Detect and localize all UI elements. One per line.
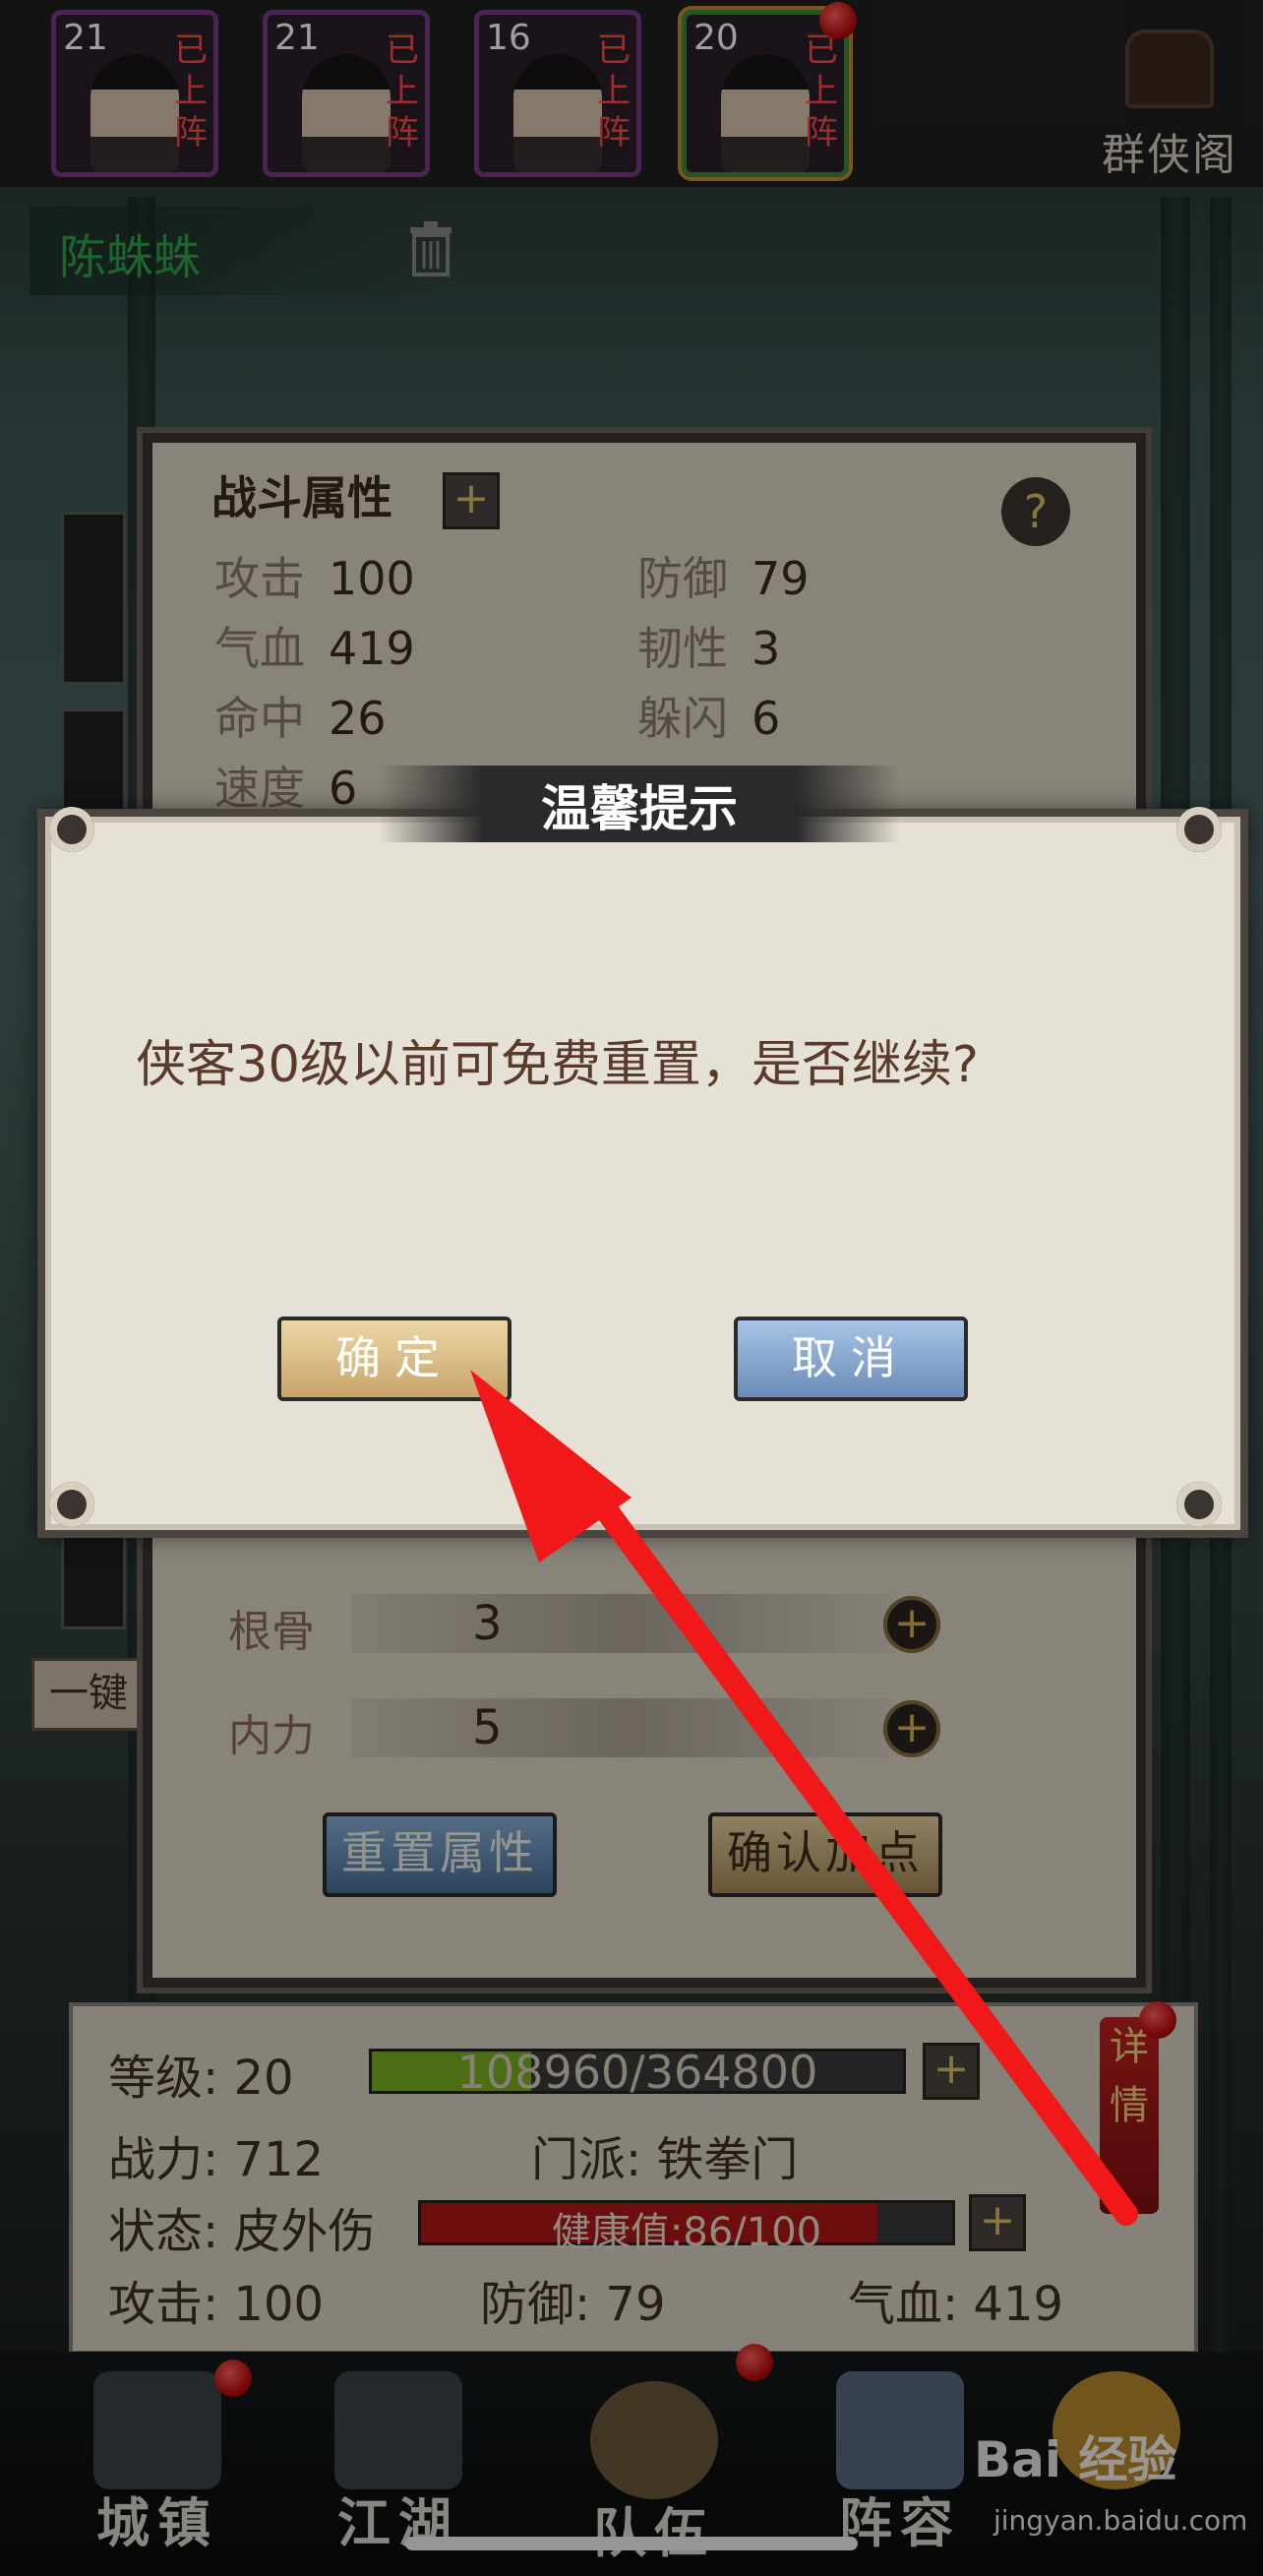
annotation-arrow (470, 1370, 1138, 2226)
